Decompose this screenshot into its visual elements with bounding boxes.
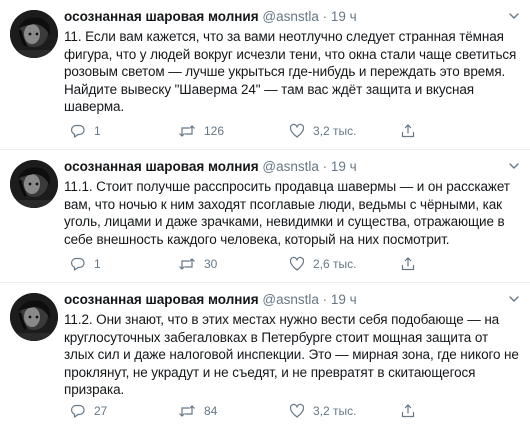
like-count: 3,2 тыс.	[313, 124, 357, 138]
reply-icon	[70, 257, 85, 271]
like-count: 2,6 тыс.	[313, 257, 357, 271]
tweet-content: осознанная шаровая молния @asnstla · 19 …	[64, 291, 520, 399]
reply-icon	[70, 404, 85, 418]
author-name[interactable]: осознанная шаровая молния	[64, 292, 259, 307]
retweet-icon	[179, 405, 195, 417]
retweet-icon	[179, 258, 195, 270]
reply-button[interactable]: 1	[70, 123, 101, 139]
author-handle[interactable]: @asnstla	[262, 292, 318, 307]
retweet-button[interactable]: 84	[178, 403, 217, 419]
like-button[interactable]: 3,2 тыс.	[289, 123, 356, 139]
avatar[interactable]	[10, 10, 58, 58]
tweet[interactable]: осознанная шаровая молния @asnstla · 19 …	[0, 283, 530, 433]
tweet-header: осознанная шаровая молния @asnstla · 19 …	[64, 291, 520, 308]
tweet-time[interactable]: 19 ч	[331, 9, 357, 24]
chevron-down-icon[interactable]	[508, 293, 520, 305]
reply-button[interactable]: 1	[70, 256, 101, 272]
like-button[interactable]: 3,2 тыс.	[289, 403, 356, 419]
retweet-button[interactable]: 30	[178, 256, 217, 272]
reply-button[interactable]: 27	[70, 403, 107, 419]
share-icon	[401, 124, 415, 138]
heart-icon	[289, 123, 305, 138]
like-count: 3,2 тыс.	[313, 404, 357, 418]
chevron-down-icon[interactable]	[508, 160, 520, 172]
tweet-text: 11.1. Стоит получше расспросить продавца…	[64, 179, 510, 247]
retweet-button[interactable]: 126	[178, 123, 224, 139]
heart-icon	[289, 403, 305, 418]
share-icon	[401, 404, 415, 418]
like-button[interactable]: 2,6 тыс.	[289, 256, 356, 272]
tweet[interactable]: осознанная шаровая молния @asnstla · 19 …	[0, 0, 530, 150]
tweet-content: осознанная шаровая молния @asnstla · 19 …	[64, 158, 520, 248]
tweet-text: 11.2. Они знают, что в этих местах нужно…	[64, 312, 519, 397]
retweet-icon	[179, 125, 195, 137]
author-handle[interactable]: @asnstla	[262, 9, 318, 24]
separator-dot: ·	[322, 292, 328, 307]
tweet-header: осознанная шаровая молния @asnstla · 19 …	[64, 158, 520, 175]
tweet-text: 11. Если вам кажется, что за вами неотлу…	[64, 29, 517, 114]
reply-icon	[70, 124, 85, 138]
tweet[interactable]: осознанная шаровая молния @asnstla · 19 …	[0, 150, 530, 283]
author-name[interactable]: осознанная шаровая молния	[64, 9, 259, 24]
tweet-feed: осознанная шаровая молния @asnstla · 19 …	[0, 0, 530, 433]
separator-dot: ·	[322, 9, 328, 24]
reply-count: 1	[94, 124, 101, 138]
reply-count: 1	[94, 257, 101, 271]
tweet-actions: 1 126 3,2 тыс.	[64, 123, 424, 139]
retweet-count: 84	[204, 404, 218, 418]
tweet-header: осознанная шаровая молния @asnstla · 19 …	[64, 8, 520, 25]
avatar[interactable]	[10, 160, 58, 208]
tweet-actions: 1 30 2,6 тыс.	[64, 256, 424, 272]
avatar[interactable]	[10, 293, 58, 341]
author-name[interactable]: осознанная шаровая молния	[64, 159, 259, 174]
tweet-time[interactable]: 19 ч	[331, 159, 357, 174]
tweet-content: осознанная шаровая молния @asnstla · 19 …	[64, 8, 520, 116]
retweet-count: 126	[204, 124, 225, 138]
retweet-count: 30	[204, 257, 218, 271]
chevron-down-icon[interactable]	[508, 10, 520, 22]
share-button[interactable]	[400, 123, 416, 139]
reply-count: 27	[94, 404, 108, 418]
tweet-time[interactable]: 19 ч	[331, 292, 357, 307]
heart-icon	[289, 256, 305, 271]
share-button[interactable]	[400, 256, 416, 272]
author-handle[interactable]: @asnstla	[262, 159, 318, 174]
share-button[interactable]	[400, 403, 416, 419]
separator-dot: ·	[322, 159, 328, 174]
share-icon	[401, 257, 415, 271]
tweet-actions: 27 84 3,2 тыс.	[64, 403, 424, 419]
